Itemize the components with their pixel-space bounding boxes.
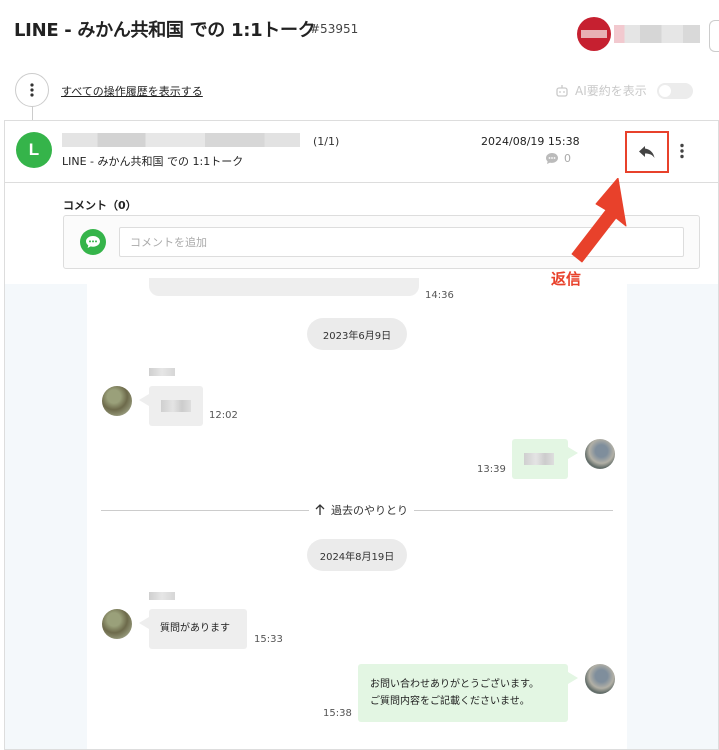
message-subject: LINE - みかん共和国 での 1:1トーク xyxy=(62,155,244,168)
date-separator: 2023年6月9日 xyxy=(307,318,407,350)
chat-bubble-icon xyxy=(86,236,100,248)
comment-count-value: 0 xyxy=(564,152,571,165)
reply-icon xyxy=(639,146,655,158)
ai-summary: AI要約を表示 xyxy=(555,82,647,99)
date-separator: 2024年8月19日 xyxy=(307,539,407,571)
robot-icon xyxy=(556,84,568,97)
message-text: ご質問内容をご記載くださいませ。 xyxy=(370,696,530,707)
past-messages-label: 過去のやりとり xyxy=(331,504,408,517)
comment-user-avatar xyxy=(80,229,106,255)
incoming-message-bubble: 質問があります xyxy=(139,609,247,649)
message-count: (1/1) xyxy=(313,135,340,148)
page-title: LINE - みかん共和国 での 1:1トーク xyxy=(14,20,316,41)
ticket-id: #53951 xyxy=(310,22,359,36)
agent-avatar xyxy=(585,439,615,469)
show-all-history-link[interactable]: すべての操作履歴を表示する xyxy=(61,83,203,99)
sender-name-redacted xyxy=(149,592,175,600)
incoming-message-bubble xyxy=(139,386,203,426)
message-time: 14:36 xyxy=(425,290,454,301)
message-more-button[interactable] xyxy=(673,139,691,163)
comment-section-label: コメント（0） xyxy=(63,199,137,212)
chat-panel: 14:36 2023年6月9日 12:02 13:39 過去のやりとり 2024… xyxy=(87,278,627,749)
comment-count: 0 xyxy=(545,152,571,165)
outgoing-message-bubble: お問い合わせありがとうございます。 ご質問内容をご記載くださいませ。 xyxy=(358,664,578,722)
ai-summary-label: AI要約を表示 xyxy=(575,84,647,98)
message-date: 2024/08/19 15:38 xyxy=(481,135,580,148)
message-text: お問い合わせありがとうございます。 xyxy=(370,679,539,690)
outgoing-message-bubble xyxy=(512,439,578,479)
history-menu-button[interactable] xyxy=(15,73,49,107)
past-messages-link[interactable]: 過去のやりとり xyxy=(309,502,414,518)
customer-avatar xyxy=(102,386,132,416)
arrow-up-icon xyxy=(315,504,325,515)
customer-avatar xyxy=(102,609,132,639)
message-time: 13:39 xyxy=(477,464,506,475)
annotation-label: 返信 xyxy=(551,270,582,288)
sender-redacted xyxy=(62,133,300,147)
chat-area[interactable]: 14:36 2023年6月9日 12:02 13:39 過去のやりとり 2024… xyxy=(5,278,718,749)
agent-avatar xyxy=(585,664,615,694)
message-time: 15:33 xyxy=(254,634,283,645)
more-vertical-icon xyxy=(30,83,34,97)
ai-summary-toggle[interactable] xyxy=(657,83,693,99)
annotation-arrow xyxy=(571,178,627,263)
side-panel-tab[interactable] xyxy=(709,20,719,52)
reply-button[interactable] xyxy=(625,131,669,173)
sender-name-redacted xyxy=(149,368,175,376)
user-avatar[interactable] xyxy=(577,17,611,51)
message-header: L (1/1) LINE - みかん共和国 での 1:1トーク 2024/08/… xyxy=(5,121,718,183)
message-text: 質問があります xyxy=(160,623,230,634)
message-time: 12:02 xyxy=(209,410,238,421)
comment-bubble-icon xyxy=(546,153,558,164)
user-name-redacted xyxy=(614,25,700,43)
message-bubble-partial xyxy=(149,278,419,296)
message-time: 15:38 xyxy=(323,708,352,719)
more-vertical-icon xyxy=(680,143,684,159)
line-channel-badge: L xyxy=(16,132,52,168)
